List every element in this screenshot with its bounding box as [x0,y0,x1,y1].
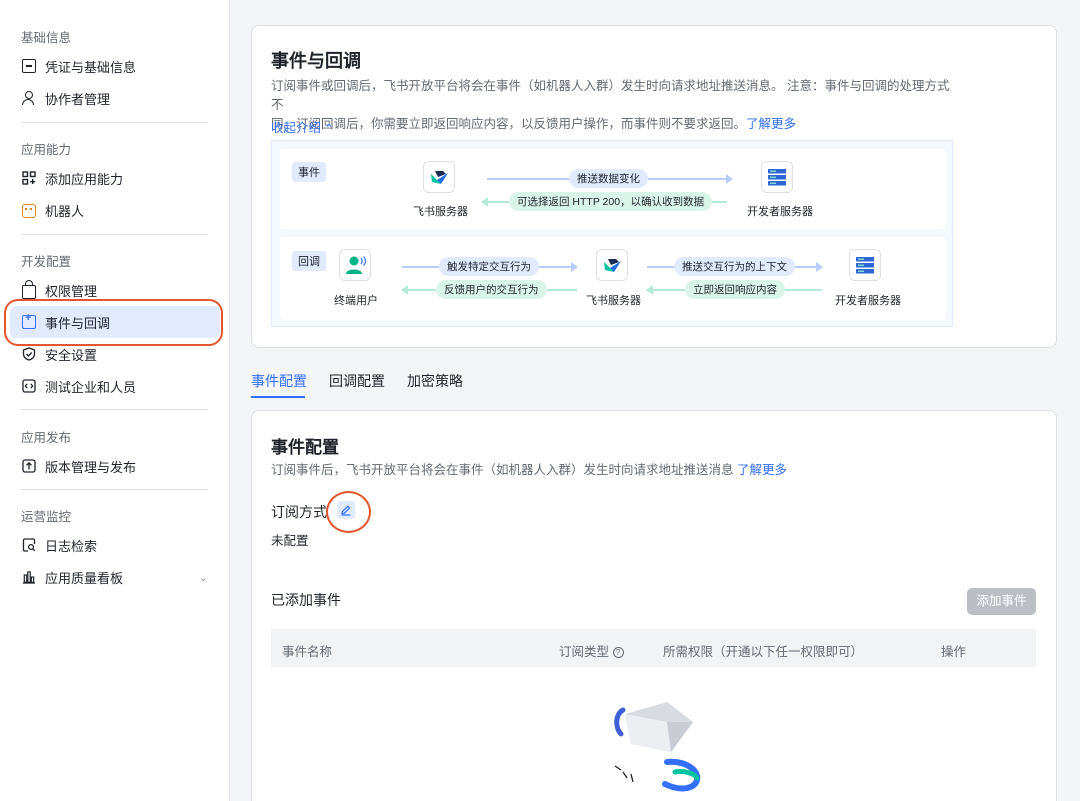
event-tag: 事件 [292,162,326,182]
group-title-ops-monitoring: 运营监控 [21,510,72,524]
event-callback-diagram: 事件 飞书服务器 推送数据变化 可选择返回 HTTP 200，以确认收到数据 开… [271,140,953,327]
server-icon [849,249,881,281]
callback-tag: 回调 [292,251,326,271]
active-tab-indicator [251,396,305,398]
push-context-label: 推送交互行为的上下文 [674,257,795,276]
sidebar-item-label: 安全设置 [45,347,98,363]
tab-event-config[interactable]: 事件配置 [251,371,307,391]
subscribe-method-value: 未配置 [271,534,309,548]
column-permissions: 所需权限（开通以下任一权限即可） [663,645,864,659]
learn-more-link[interactable]: 了解更多 [737,463,787,477]
added-events-title: 已添加事件 [271,592,341,608]
server-icon [761,161,793,193]
sidebar-item-label: 协作者管理 [45,91,111,107]
group-title-basic-info: 基础信息 [21,31,72,45]
page-title: 事件与回调 [271,51,361,71]
sidebar-item-label: 凭证与基础信息 [45,59,137,75]
group-title-app-capability: 应用能力 [21,143,72,157]
feishu-server-label: 飞书服务器 [586,295,641,307]
chart-icon [22,570,36,584]
chevron-up-icon: ⌃ [324,123,334,135]
sidebar-item-label: 日志检索 [45,538,98,554]
sidebar-item-label: 应用质量看板 [45,570,124,586]
event-config-title: 事件配置 [271,438,339,457]
feishu-server-label: 飞书服务器 [413,206,468,218]
tab-callback-config[interactable]: 回调配置 [329,371,385,391]
event-config-description: 订阅事件后，飞书开放平台将会在事件（如机器人入群）发生时向请求地址推送消息 了解… [271,461,787,480]
sidebar-item-robot[interactable]: 机器人 [10,194,220,226]
sidebar: 基础信息 凭证与基础信息 协作者管理 应用能力 添加应用能力 机器人 开发配置 … [0,0,230,801]
tab-encryption[interactable]: 加密策略 [407,371,463,391]
developer-server-label: 开发者服务器 [835,295,901,307]
sidebar-item-log-search[interactable]: 日志检索 [10,529,220,561]
upload-icon [22,459,36,473]
sidebar-item-label: 添加应用能力 [45,171,124,187]
sidebar-item-label: 权限管理 [45,283,98,299]
push-data-change-label: 推送数据变化 [569,169,648,188]
column-subscribe-type-label: 订阅类型 [559,645,610,659]
divider [21,234,208,235]
event-row [280,149,946,229]
sidebar-item-add-capability[interactable]: 添加应用能力 [10,162,220,194]
intro-description: 订阅事件或回调后，飞书开放平台将会在事件（如机器人入群）发生时向请求地址推送消息… [271,77,961,134]
log-search-icon [22,538,36,552]
empty-state-illustration [605,700,705,801]
annotation-ring-sidebar [4,299,223,346]
developer-server-label: 开发者服务器 [747,206,813,218]
column-event-name: 事件名称 [282,645,333,659]
collaborator-icon [22,91,36,105]
sidebar-item-credentials[interactable]: 凭证与基础信息 [10,50,220,82]
sidebar-item-label: 版本管理与发布 [45,459,137,475]
divider [21,409,208,410]
sidebar-item-versions[interactable]: 版本管理与发布 [10,450,220,482]
divider [21,122,208,123]
credential-icon [22,59,36,73]
end-user-label: 终端用户 [334,295,378,307]
collapse-intro-label: 收起介绍 [271,121,322,135]
shield-icon [22,347,36,361]
collapse-intro-link[interactable]: 收起介绍 ⌃ [271,117,334,136]
event-config-description-text: 订阅事件后，飞书开放平台将会在事件（如机器人入群）发生时向请求地址推送消息 [271,463,734,477]
help-icon[interactable]: ? [612,647,624,659]
feishu-logo-icon [423,161,455,193]
events-table-header: 事件名称 订阅类型 ? 所需权限（开通以下任一权限即可） 操作 [271,629,1036,667]
optional-return-label: 可选择返回 HTTP 200，以确认收到数据 [509,192,713,211]
column-subscribe-type: 订阅类型 ? [559,641,624,660]
column-actions: 操作 [941,645,967,659]
sidebar-item-quality-dashboard[interactable]: 应用质量看板 ⌄ [10,561,220,593]
learn-more-link[interactable]: 了解更多 [746,117,796,131]
add-capability-icon [22,171,36,185]
code-icon [22,379,36,393]
sidebar-item-collaborators[interactable]: 协作者管理 [10,82,220,114]
lock-icon [22,280,36,299]
robot-icon [22,204,36,218]
return-response-label: 立即返回响应内容 [685,280,785,299]
chevron-down-icon[interactable]: ⌄ [199,571,208,584]
trigger-interaction-label: 触发特定交互行为 [439,257,539,276]
sidebar-item-label: 测试企业和人员 [45,379,137,395]
annotation-ring-edit [326,491,371,533]
subscribe-method-label: 订阅方式 [271,504,327,520]
intro-description-line2: 同。订阅回调后，你需要立即返回响应内容，以反馈用户操作，而事件则不要求返回。 [271,117,747,131]
end-user-icon [339,249,371,281]
divider [21,489,208,490]
sidebar-item-label: 机器人 [45,203,85,219]
group-title-dev-config: 开发配置 [21,255,72,269]
intro-description-line1: 订阅事件或回调后，飞书开放平台将会在事件（如机器人入群）发生时向请求地址推送消息… [271,79,950,112]
group-title-app-release: 应用发布 [21,431,72,445]
feedback-interaction-label: 反馈用户的交互行为 [436,280,547,299]
sidebar-item-test-tenants[interactable]: 测试企业和人员 [10,370,220,402]
add-event-button[interactable]: 添加事件 [967,588,1036,615]
feishu-logo-icon [596,249,628,281]
